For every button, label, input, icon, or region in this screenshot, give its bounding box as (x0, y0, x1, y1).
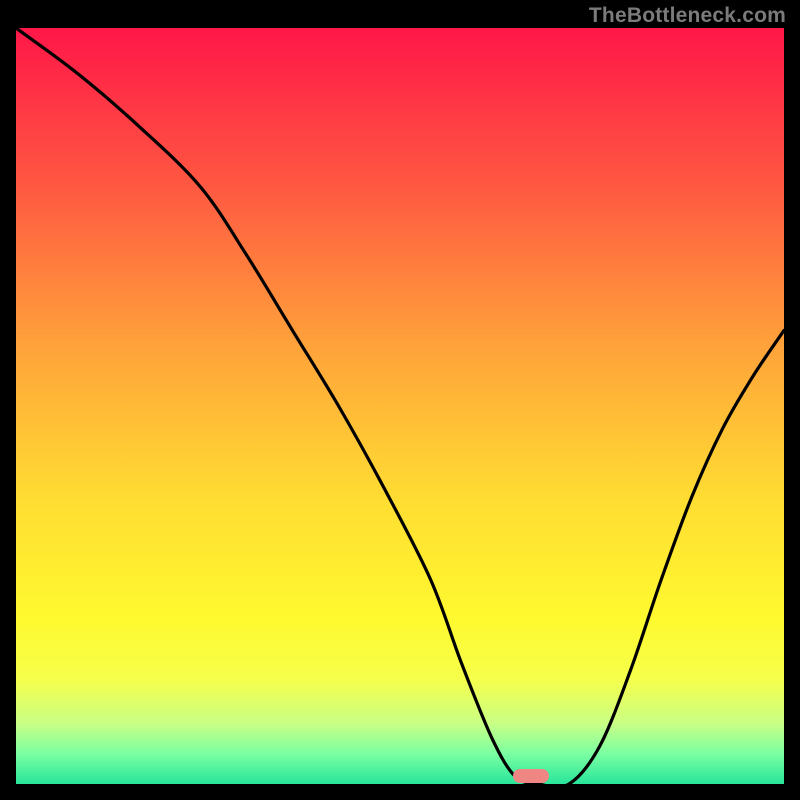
bottleneck-curve-path (16, 28, 784, 784)
watermark-text: TheBottleneck.com (589, 4, 786, 28)
chart-frame: TheBottleneck.com (0, 0, 800, 800)
optimal-marker (513, 769, 549, 783)
plot-area (16, 28, 784, 784)
curve-layer (16, 28, 784, 784)
